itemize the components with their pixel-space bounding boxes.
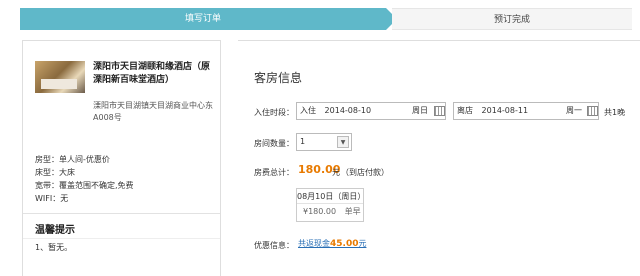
day-price: ¥180.00 xyxy=(303,207,337,216)
stay-period-label: 入住时段： xyxy=(254,108,294,117)
total-label: 房费总计： xyxy=(254,168,294,177)
progress-bar: 填写订单 预订完成 xyxy=(20,8,632,30)
room-info-form: 客房信息 入住时段： 入住 2014-08-10 周日 离店 2014-08-1… xyxy=(238,40,640,276)
room-type-label: 房型： xyxy=(35,155,59,164)
hotel-summary-panel: 溧阳市天目湖颐和缘酒店（原溧阳新百味堂酒店） 溧阳市天目湖镇天目湖商业中心东A0… xyxy=(22,40,221,276)
day-price-row: ¥180.00 单早 xyxy=(297,204,363,220)
wifi-label: WIFI： xyxy=(35,194,61,203)
broadband-row: 宽带：覆盖范围不确定,免费 xyxy=(35,179,134,192)
tips-item: 1、暂无。 xyxy=(35,243,73,252)
hotel-name[interactable]: 溧阳市天目湖颐和缘酒店（原溧阳新百味堂酒店） xyxy=(93,61,215,87)
checkin-prefix: 入住 xyxy=(300,106,316,115)
promo-amount: 45.00 xyxy=(330,239,359,249)
tips-title: 温馨提示 xyxy=(35,225,75,236)
room-type-value: 单人间-优惠价 xyxy=(59,155,110,164)
checkin-date: 2014-08-10 xyxy=(324,106,372,115)
cashback-link[interactable]: 共返现金45.00元 xyxy=(298,238,366,249)
bed-type-label: 床型： xyxy=(35,168,59,177)
promo-unit: 元 xyxy=(358,239,367,248)
checkout-date: 2014-08-11 xyxy=(481,106,529,115)
step-complete: 预订完成 xyxy=(392,8,632,30)
wifi-value: 无 xyxy=(60,194,69,203)
hotel-photo[interactable] xyxy=(35,61,85,93)
tips-divider xyxy=(23,238,220,239)
calendar-icon[interactable] xyxy=(434,106,445,116)
step-fill-order: 填写订单 xyxy=(20,8,386,30)
bed-type-row: 床型：大床 xyxy=(35,166,134,179)
total-unit: 元 xyxy=(332,168,340,177)
section-title: 客房信息 xyxy=(254,71,303,85)
nights-count: 共1晚 xyxy=(604,108,626,117)
checkout-date-input[interactable]: 离店 2014-08-11 周一 xyxy=(453,102,599,120)
room-info: 房型：单人间-优惠价 床型：大床 宽带：覆盖范围不确定,免费 WIFI：无 xyxy=(35,153,134,205)
room-quantity-value: 1 xyxy=(300,137,306,146)
checkout-prefix: 离店 xyxy=(457,106,473,115)
checkout-weekday: 周一 xyxy=(566,106,582,115)
calendar-icon[interactable] xyxy=(587,106,598,116)
room-type-row: 房型：单人间-优惠价 xyxy=(35,153,134,166)
wifi-row: WIFI：无 xyxy=(35,192,134,205)
broadband-label: 宽带： xyxy=(35,181,59,190)
hotel-address: 溧阳市天目湖镇天目湖商业中心东A008号 xyxy=(93,101,213,122)
daily-price-box: 08月10日（周日） ¥180.00 单早 xyxy=(296,188,365,222)
payment-note: （到店付款） xyxy=(341,168,389,177)
checkin-weekday: 周日 xyxy=(412,106,428,115)
promo-text: 共返现金 xyxy=(298,239,330,248)
room-quantity-select[interactable]: 1 ▼ xyxy=(296,133,352,151)
breakfast: 单早 xyxy=(344,207,361,216)
divider xyxy=(23,213,220,214)
chevron-down-icon: ▼ xyxy=(337,136,349,148)
broadband-value: 覆盖范围不确定,免费 xyxy=(59,181,134,190)
promo-label: 优惠信息： xyxy=(254,241,294,250)
checkin-date-input[interactable]: 入住 2014-08-10 周日 xyxy=(296,102,446,120)
day-date: 08月10日（周日） xyxy=(297,189,365,204)
room-quantity-label: 房间数量： xyxy=(254,139,294,148)
bed-type-value: 大床 xyxy=(59,168,75,177)
